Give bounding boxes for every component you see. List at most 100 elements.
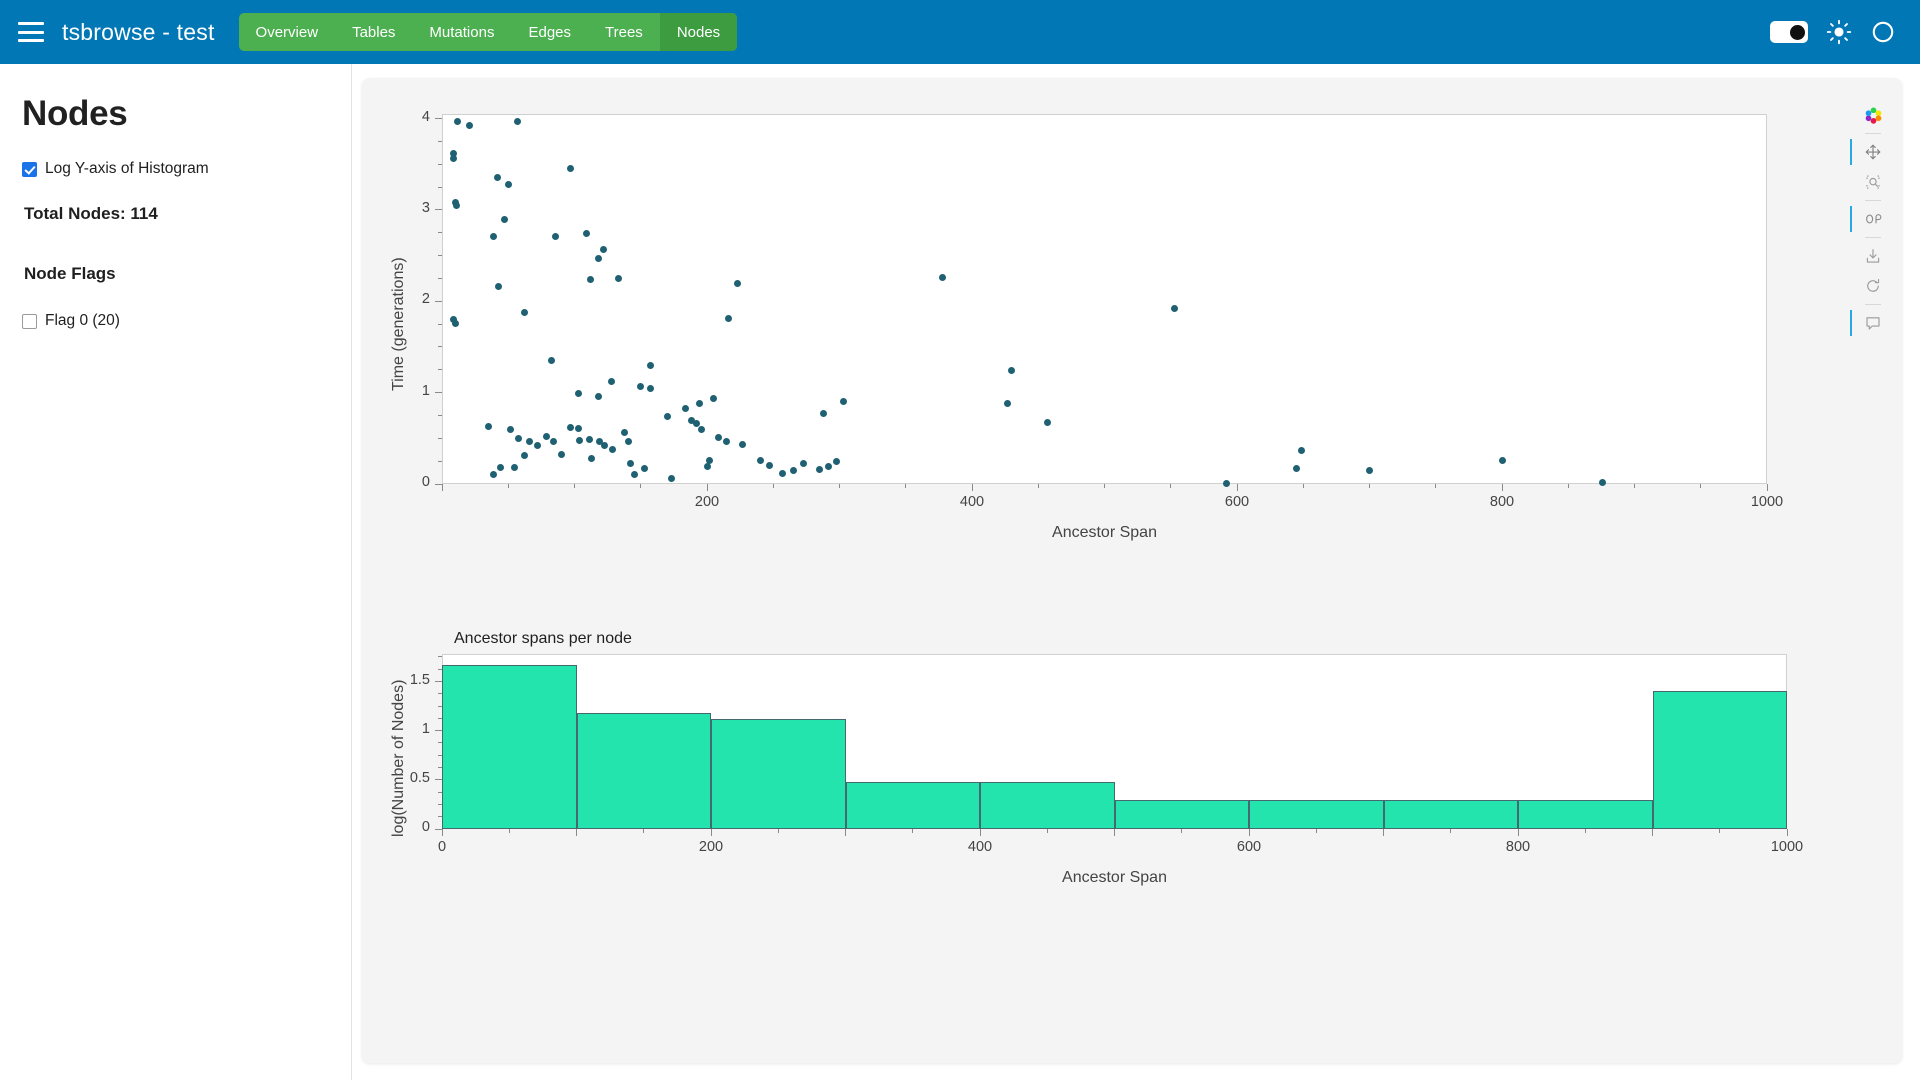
histogram-bar[interactable] — [1518, 799, 1653, 829]
log-yaxis-checkbox[interactable] — [22, 161, 37, 177]
sun-icon[interactable] — [1826, 19, 1852, 45]
scatter-point — [574, 390, 582, 398]
toolbar-divider — [1865, 133, 1881, 134]
tab-nodes[interactable]: Nodes — [659, 13, 738, 51]
scatter-point — [594, 392, 602, 400]
scatter-point — [600, 245, 608, 253]
page-title: Nodes — [22, 94, 128, 133]
scatter-y-tick-label: 1 — [421, 382, 430, 399]
scatter-point — [789, 466, 797, 474]
scatter-point — [706, 456, 714, 464]
histogram-x-tick-label: 600 — [1236, 839, 1262, 855]
node-flags-header: Node Flags — [24, 264, 116, 283]
log-yaxis-label: Log Y-axis of Histogram — [45, 160, 209, 177]
histogram-bar[interactable] — [1383, 799, 1518, 829]
scatter-point — [703, 463, 711, 471]
flag-0-label: Flag 0 (20) — [45, 312, 120, 329]
top-navbar: tsbrowse - test Overview Tables Mutation… — [0, 0, 1920, 64]
scatter-point — [733, 279, 741, 287]
histogram-y-tick-label: 0.5 — [409, 769, 430, 786]
scatter-point — [724, 315, 732, 323]
scatter-point — [667, 475, 675, 483]
histogram-bar[interactable] — [1114, 799, 1249, 829]
scatter-x-tick-label: 800 — [1489, 494, 1515, 510]
save-tool-icon[interactable] — [1858, 241, 1888, 271]
nav-tabs: Overview Tables Mutations Edges Trees No… — [238, 13, 738, 51]
reset-tool-icon[interactable] — [1858, 271, 1888, 301]
scatter-point — [520, 308, 528, 316]
scatter-point — [833, 457, 841, 465]
histogram-bar[interactable] — [711, 718, 846, 829]
scatter-point — [451, 319, 459, 327]
toolbar-divider — [1865, 304, 1881, 305]
scatter-point — [682, 404, 690, 412]
histogram-x-tick-label: 0 — [437, 839, 447, 855]
log-yaxis-checkbox-row[interactable]: Log Y-axis of Histogram — [22, 160, 329, 178]
histogram-x-tick-label: 200 — [698, 839, 724, 855]
tab-mutations[interactable]: Mutations — [412, 13, 511, 51]
loading-circle-icon[interactable] — [1870, 19, 1896, 45]
bokeh-logo-icon[interactable] — [1858, 100, 1888, 130]
scatter-point — [557, 451, 565, 459]
scatter-x-tick-label: 400 — [959, 494, 985, 510]
hover-tool-icon[interactable] — [1850, 308, 1888, 338]
tab-edges[interactable]: Edges — [511, 13, 588, 51]
scatter-x-axis-title: Ancestor Span — [1052, 524, 1157, 541]
total-nodes-stat: Total Nodes: 114 — [24, 204, 158, 223]
scatter-point — [1498, 456, 1506, 464]
scatter-point — [1222, 479, 1230, 487]
scatter-point — [525, 437, 533, 445]
flag-0-checkbox[interactable] — [22, 313, 37, 329]
pan-tool-icon[interactable] — [1850, 137, 1888, 167]
bokeh-toolbar — [1850, 100, 1888, 338]
scatter-point — [630, 471, 638, 479]
content-panel: Time (generations) 01234 200 400 600 800 100… — [362, 78, 1902, 1063]
histogram-bar[interactable] — [442, 664, 577, 829]
flag-0-checkbox-row[interactable]: Flag 0 (20) — [22, 312, 329, 330]
scatter-point — [586, 275, 594, 283]
toolbar-divider — [1865, 200, 1881, 201]
scatter-x-tick-label: 200 — [694, 494, 720, 510]
scatter-y-tick-label: 3 — [421, 199, 430, 216]
histogram-x-tick-label: 1000 — [1770, 839, 1804, 855]
tab-overview[interactable]: Overview — [239, 13, 336, 51]
scatter-point — [496, 464, 504, 472]
tab-tables[interactable]: Tables — [335, 13, 412, 51]
scatter-point — [484, 422, 492, 430]
scatter-point — [576, 436, 584, 444]
scatter-point — [663, 412, 671, 420]
histogram-x-tick-label: 800 — [1505, 839, 1531, 855]
histogram-bar[interactable] — [576, 712, 711, 829]
histogram-y-tick-label: 0 — [421, 819, 430, 835]
theme-toggle-knob — [1790, 24, 1805, 40]
wheel-zoom-tool-icon[interactable] — [1850, 204, 1888, 234]
histogram-bar[interactable] — [1249, 799, 1384, 829]
histogram-title: Ancestor spans per node — [454, 630, 632, 647]
sidebar: Nodes Log Y-axis of Histogram Total Node… — [0, 64, 352, 1080]
theme-toggle[interactable] — [1770, 21, 1808, 43]
histogram-bar[interactable] — [980, 781, 1115, 829]
scatter-point — [816, 465, 824, 473]
scatter-point — [1599, 478, 1607, 486]
histogram-x-axis-title: Ancestor Span — [1062, 869, 1167, 886]
scatter-point — [504, 180, 512, 188]
histogram-y-tick-label: 1.5 — [409, 671, 430, 688]
histogram-bar[interactable] — [845, 781, 980, 829]
scatter-point — [646, 361, 654, 369]
box-zoom-tool-icon[interactable] — [1858, 167, 1888, 197]
scatter-point — [514, 117, 522, 125]
scatter-x-tick-label: 600 — [1224, 494, 1250, 510]
scatter-y-tick-label: 2 — [421, 291, 430, 308]
scatter-point — [1366, 466, 1373, 474]
histogram-bar[interactable] — [1652, 691, 1787, 829]
app-title: tsbrowse - test — [62, 18, 215, 45]
tab-trees[interactable]: Trees — [588, 13, 660, 51]
scatter-point — [574, 424, 582, 432]
scatter-point — [500, 215, 508, 223]
scatter-point — [533, 442, 541, 450]
hamburger-icon[interactable] — [18, 22, 44, 42]
scatter-plot-frame[interactable] — [442, 114, 1767, 484]
scatter-y-tick-label: 0 — [421, 474, 430, 490]
scatter-point — [695, 400, 703, 408]
histogram-y-tick-label: 1 — [421, 720, 430, 737]
